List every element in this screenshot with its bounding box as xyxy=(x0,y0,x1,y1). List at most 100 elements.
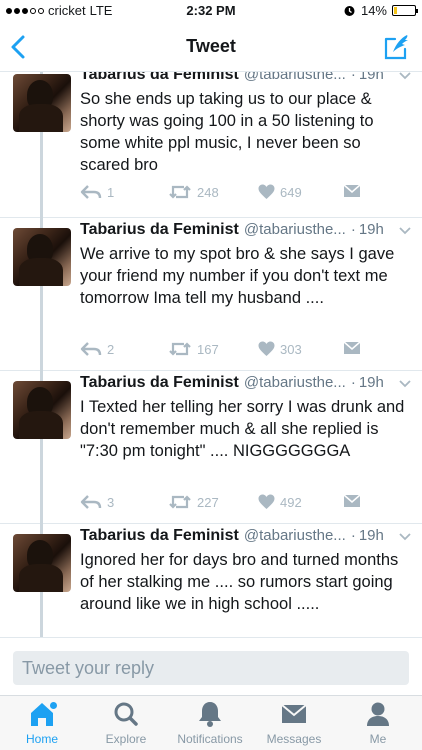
tweet-item[interactable]: Tabarius da Feminist @tabariusthe... · 1… xyxy=(0,72,422,218)
separator: · xyxy=(350,374,356,391)
reply-icon xyxy=(80,185,102,199)
tweet-actions: 1 248 649 xyxy=(80,184,380,204)
chevron-down-icon[interactable] xyxy=(398,377,412,391)
chevron-down-icon[interactable] xyxy=(398,72,412,83)
like-count: 649 xyxy=(280,184,302,200)
retweet-button[interactable]: 227 xyxy=(168,494,219,510)
reply-icon xyxy=(80,342,102,356)
direct-message-button[interactable] xyxy=(343,184,361,198)
chevron-down-icon[interactable] xyxy=(398,530,412,544)
battery-percent: 14% xyxy=(360,3,387,18)
search-icon xyxy=(114,702,138,726)
tweet-actions: 2 167 303 xyxy=(80,341,380,361)
nav-bar: Tweet xyxy=(0,22,422,72)
retweet-button[interactable]: 248 xyxy=(168,184,219,200)
tab-label: Messages xyxy=(266,732,322,746)
tab-bar: Home Explore Notifications Messages Me xyxy=(0,695,422,750)
reply-icon xyxy=(80,495,102,509)
author-handle[interactable]: @tabariusthe... xyxy=(244,221,346,238)
retweet-count: 167 xyxy=(197,341,219,357)
envelope-icon xyxy=(343,184,361,197)
separator: · xyxy=(350,72,356,83)
tab-home[interactable]: Home xyxy=(0,700,84,748)
reply-bar xyxy=(0,637,422,695)
tab-label: Notifications xyxy=(177,732,243,746)
thread-line xyxy=(40,524,43,534)
tweet-time: 19h xyxy=(358,221,384,238)
reply-count: 3 xyxy=(107,494,115,510)
author-name[interactable]: Tabarius da Feminist xyxy=(80,374,239,392)
retweet-icon xyxy=(169,342,191,356)
avatar[interactable] xyxy=(13,74,71,132)
tweet-item[interactable]: Tabarius da Feminist @tabariusthe... · 1… xyxy=(0,218,422,371)
tab-notifications[interactable]: Notifications xyxy=(168,700,252,748)
author-name[interactable]: Tabarius da Feminist xyxy=(80,527,239,545)
author-handle[interactable]: @tabariusthe... xyxy=(244,527,346,544)
unread-dot xyxy=(50,702,57,709)
envelope-icon xyxy=(343,494,361,507)
tweet-time: 19h xyxy=(358,374,384,391)
thread-line xyxy=(40,592,43,637)
person-icon xyxy=(367,702,389,726)
tweet-item[interactable]: Tabarius da Feminist @tabariusthe... · 1… xyxy=(0,371,422,524)
tweet-item[interactable]: Tabarius da Feminist @tabariusthe... · 1… xyxy=(0,524,422,637)
chevron-down-icon[interactable] xyxy=(398,224,412,238)
author-name[interactable]: Tabarius da Feminist xyxy=(80,72,239,84)
author-name[interactable]: Tabarius da Feminist xyxy=(80,221,239,239)
reply-count: 2 xyxy=(107,341,115,357)
tab-me[interactable]: Me xyxy=(336,700,420,748)
thread-line xyxy=(40,439,43,524)
alarm-icon xyxy=(344,6,355,16)
status-bar: cricket LTE 2:32 PM 14% xyxy=(0,0,422,22)
like-button[interactable]: 649 xyxy=(258,184,302,200)
envelope-icon xyxy=(343,341,361,354)
tweet-text: I Texted her telling her sorry I was dru… xyxy=(80,398,405,460)
tweet-header: Tabarius da Feminist @tabariusthe... · 1… xyxy=(80,527,412,547)
retweet-icon xyxy=(169,185,191,199)
direct-message-button[interactable] xyxy=(343,494,361,508)
envelope-icon xyxy=(281,704,307,723)
heart-icon xyxy=(258,341,275,356)
like-count: 492 xyxy=(280,494,302,510)
like-button[interactable]: 492 xyxy=(258,494,302,510)
tweet-text: Ignored her for days bro and turned mont… xyxy=(80,551,399,613)
thread-line xyxy=(40,286,43,371)
separator: · xyxy=(350,221,356,238)
tab-explore[interactable]: Explore xyxy=(84,700,168,748)
like-count: 303 xyxy=(280,341,302,357)
reply-input[interactable] xyxy=(13,651,409,685)
retweet-button[interactable]: 167 xyxy=(168,341,219,357)
tweet-header: Tabarius da Feminist @tabariusthe... · 1… xyxy=(80,221,412,241)
reply-button[interactable]: 3 xyxy=(80,494,114,510)
tweet-header: Tabarius da Feminist @tabariusthe... · 1… xyxy=(80,72,412,86)
tweet-text: So she ends up taking us to our place & … xyxy=(80,90,374,174)
thread-line xyxy=(40,132,43,218)
heart-icon xyxy=(258,184,275,199)
retweet-count: 227 xyxy=(197,494,219,510)
compose-tweet-button[interactable] xyxy=(382,32,412,62)
tweet-time: 19h xyxy=(358,72,384,83)
retweet-icon xyxy=(169,495,191,509)
like-button[interactable]: 303 xyxy=(258,341,302,357)
tweet-time: 19h xyxy=(358,527,384,544)
bell-icon xyxy=(199,702,221,727)
author-handle[interactable]: @tabariusthe... xyxy=(244,72,346,83)
retweet-count: 248 xyxy=(197,184,219,200)
heart-icon xyxy=(258,494,275,509)
avatar[interactable] xyxy=(13,534,71,592)
tweet-text: We arrive to my spot bro & she says I ga… xyxy=(80,245,395,307)
separator: · xyxy=(350,527,356,544)
compose-icon xyxy=(384,35,408,60)
thread-line xyxy=(40,218,43,228)
thread-line xyxy=(40,371,43,381)
battery-icon xyxy=(392,5,418,16)
author-handle[interactable]: @tabariusthe... xyxy=(244,374,346,391)
reply-button[interactable]: 2 xyxy=(80,341,114,357)
tweet-header: Tabarius da Feminist @tabariusthe... · 1… xyxy=(80,374,412,394)
tab-messages[interactable]: Messages xyxy=(252,700,336,748)
reply-button[interactable]: 1 xyxy=(80,184,114,200)
avatar[interactable] xyxy=(13,381,71,439)
direct-message-button[interactable] xyxy=(343,341,361,355)
status-right: 14% xyxy=(343,3,418,18)
avatar[interactable] xyxy=(13,228,71,286)
